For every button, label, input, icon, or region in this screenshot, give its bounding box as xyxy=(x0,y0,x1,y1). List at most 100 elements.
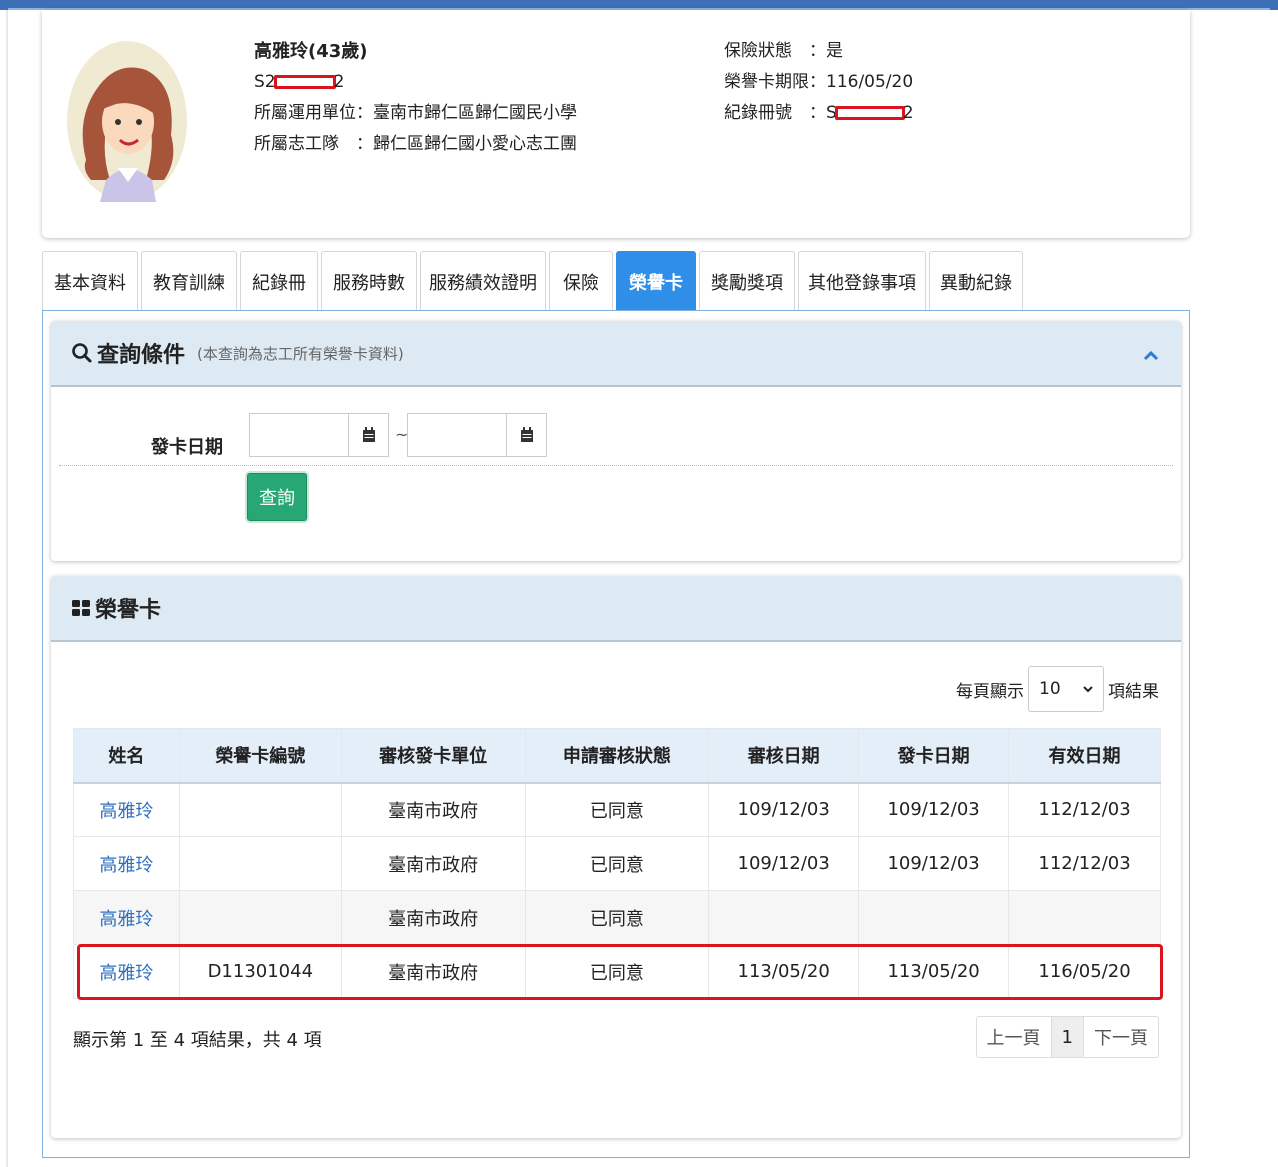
tab-service-certificate[interactable]: 服務績效證明 xyxy=(420,251,546,311)
profile-info-left: 高雅玲(43歲) S2 2 所屬運用單位：臺南市歸仁區歸仁國民小學 所屬志工隊 ：… xyxy=(254,36,577,160)
query-title: 查詢條件 xyxy=(71,337,185,369)
tab-insurance[interactable]: 保險 xyxy=(549,251,613,311)
column-header[interactable]: 姓名 xyxy=(73,728,180,784)
grid-icon xyxy=(72,600,90,616)
left-border xyxy=(6,10,8,1167)
issue-date-cell: 109/12/03 xyxy=(858,782,1010,837)
tab-record-book[interactable]: 紀錄冊 xyxy=(240,251,318,311)
card-number-cell xyxy=(178,890,342,945)
column-header[interactable]: 發卡日期 xyxy=(858,728,1010,784)
valid-date-cell xyxy=(1008,890,1161,945)
status-cell: 已同意 xyxy=(524,944,710,999)
review-date-cell: 113/05/20 xyxy=(708,944,860,999)
review-date-cell: 109/12/03 xyxy=(708,782,860,837)
divider xyxy=(59,465,1173,466)
name-link[interactable]: 高雅玲 xyxy=(99,801,153,822)
unit-value: 臺南市歸仁區歸仁國民小學 xyxy=(373,103,577,123)
table-header-row: 姓名 榮譽卡編號 審核發卡單位 申請審核狀態 審核日期 發卡日期 有效日期 xyxy=(73,728,1161,784)
honor-card-title-text: 榮譽卡 xyxy=(95,598,162,623)
page-size-select[interactable]: 10 xyxy=(1028,666,1104,712)
honor-card-panel-header: 榮譽卡 xyxy=(51,576,1181,642)
query-panel-header: 查詢條件 (本查詢為志工所有榮譽卡資料) xyxy=(51,321,1181,387)
tab-honor-card[interactable]: 榮譽卡 xyxy=(616,251,696,311)
table-row: 高雅玲 臺南市政府 已同意 109/12/03 109/12/03 112/12… xyxy=(73,782,1161,837)
name-link[interactable]: 高雅玲 xyxy=(99,963,153,984)
card-expiry-value: 116/05/20 xyxy=(826,72,914,92)
issue-date-label: 發卡日期 xyxy=(151,437,223,458)
redaction-mark xyxy=(834,106,905,120)
tab-awards[interactable]: 獎勵獎項 xyxy=(699,251,795,311)
card-expiry-row: 榮譽卡期限：116/05/20 xyxy=(724,67,914,98)
name-cell: 高雅玲 xyxy=(73,944,180,999)
tab-other-records[interactable]: 其他登錄事項 xyxy=(798,251,926,311)
profile-card: 高雅玲(43歲) S2 2 所屬運用單位：臺南市歸仁區歸仁國民小學 所屬志工隊 ：… xyxy=(42,10,1190,238)
issue-date-cell: 109/12/03 xyxy=(858,836,1010,891)
profile-info-right: 保險狀態 ：是 榮譽卡期限：116/05/20 紀錄冊號 ：S 2 xyxy=(724,36,914,129)
card-number-cell: D11301044 xyxy=(178,944,342,999)
column-header[interactable]: 申請審核狀態 xyxy=(524,728,710,784)
unit-label: 所屬運用單位： xyxy=(254,103,373,123)
start-date-input[interactable] xyxy=(249,413,349,457)
status-cell: 已同意 xyxy=(524,836,710,891)
team-label: 所屬志工隊 ： xyxy=(254,134,373,154)
redaction-mark xyxy=(273,75,336,89)
id-number: S2 2 xyxy=(254,67,577,98)
chevron-up-icon[interactable] xyxy=(1143,345,1159,366)
column-header[interactable]: 榮譽卡編號 xyxy=(178,728,342,784)
card-number-cell xyxy=(178,836,342,891)
column-header[interactable]: 審核日期 xyxy=(708,728,860,784)
end-date-input[interactable] xyxy=(407,413,507,457)
calendar-icon[interactable] xyxy=(349,413,389,457)
name-cell: 高雅玲 xyxy=(73,890,180,945)
unit-cell: 臺南市政府 xyxy=(340,782,526,837)
tab-content-panel: 查詢條件 (本查詢為志工所有榮譽卡資料) 發卡日期 ~ 查詢 榮譽卡 每頁顯示 … xyxy=(42,310,1190,1158)
query-button[interactable]: 查詢 xyxy=(247,473,307,521)
name-link[interactable]: 高雅玲 xyxy=(99,909,153,930)
search-icon xyxy=(72,343,92,363)
name-link[interactable]: 高雅玲 xyxy=(99,855,153,876)
prev-page-button[interactable]: 上一頁 xyxy=(977,1017,1052,1057)
card-number-cell xyxy=(178,782,342,837)
query-subtitle: (本查詢為志工所有榮譽卡資料) xyxy=(197,344,404,363)
page-size-control: 每頁顯示 10 項結果 xyxy=(956,666,1159,712)
next-page-button[interactable]: 下一頁 xyxy=(1084,1017,1158,1057)
valid-date-cell: 116/05/20 xyxy=(1008,944,1161,999)
insurance-row: 保險狀態 ：是 xyxy=(724,36,914,67)
table-row: 高雅玲 臺南市政府 已同意 xyxy=(73,890,1161,945)
name-cell: 高雅玲 xyxy=(73,782,180,837)
id-prefix: S2 xyxy=(254,72,276,92)
unit-row: 所屬運用單位：臺南市歸仁區歸仁國民小學 xyxy=(254,98,577,129)
team-value: 歸仁區歸仁國小愛心志工團 xyxy=(373,134,577,154)
status-cell: 已同意 xyxy=(524,782,710,837)
page-1-button[interactable]: 1 xyxy=(1051,1017,1084,1057)
review-date-cell xyxy=(708,890,860,945)
record-label: 紀錄冊號 ： xyxy=(724,103,826,123)
page-size-value: 10 xyxy=(1039,679,1061,699)
issue-date-cell: 113/05/20 xyxy=(858,944,1010,999)
tab-service-hours[interactable]: 服務時數 xyxy=(321,251,417,311)
tab-bar: 基本資料 教育訓練 紀錄冊 服務時數 服務績效證明 保險 榮譽卡 獎勵獎項 其他… xyxy=(42,251,1026,311)
column-header[interactable]: 有效日期 xyxy=(1008,728,1161,784)
table-info: 顯示第 1 至 4 項結果，共 4 項 xyxy=(73,1030,322,1051)
valid-date-cell: 112/12/03 xyxy=(1008,782,1161,837)
tab-training[interactable]: 教育訓練 xyxy=(141,251,237,311)
page-size-prefix: 每頁顯示 xyxy=(956,681,1024,702)
honor-card-panel: 榮譽卡 每頁顯示 10 項結果 姓名 榮譽卡編號 審核發卡單位 申請審核狀態 審… xyxy=(51,576,1181,1138)
id-suffix: 2 xyxy=(333,72,345,92)
calendar-icon[interactable] xyxy=(507,413,547,457)
tab-basic-info[interactable]: 基本資料 xyxy=(42,251,138,311)
column-header[interactable]: 審核發卡單位 xyxy=(340,728,526,784)
record-suffix: 2 xyxy=(902,103,914,123)
avatar xyxy=(67,41,187,202)
insurance-label: 保險狀態 ： xyxy=(724,41,826,61)
review-date-cell: 109/12/03 xyxy=(708,836,860,891)
valid-date-cell: 112/12/03 xyxy=(1008,836,1161,891)
unit-cell: 臺南市政府 xyxy=(340,836,526,891)
pagination: 上一頁 1 下一頁 xyxy=(975,1016,1159,1058)
top-accent-bar xyxy=(0,0,1278,10)
record-row: 紀錄冊號 ：S 2 xyxy=(724,98,914,129)
tab-change-log[interactable]: 異動紀錄 xyxy=(929,251,1023,311)
chevron-down-icon xyxy=(1083,686,1093,693)
card-expiry-label: 榮譽卡期限： xyxy=(724,72,826,92)
status-cell: 已同意 xyxy=(524,890,710,945)
